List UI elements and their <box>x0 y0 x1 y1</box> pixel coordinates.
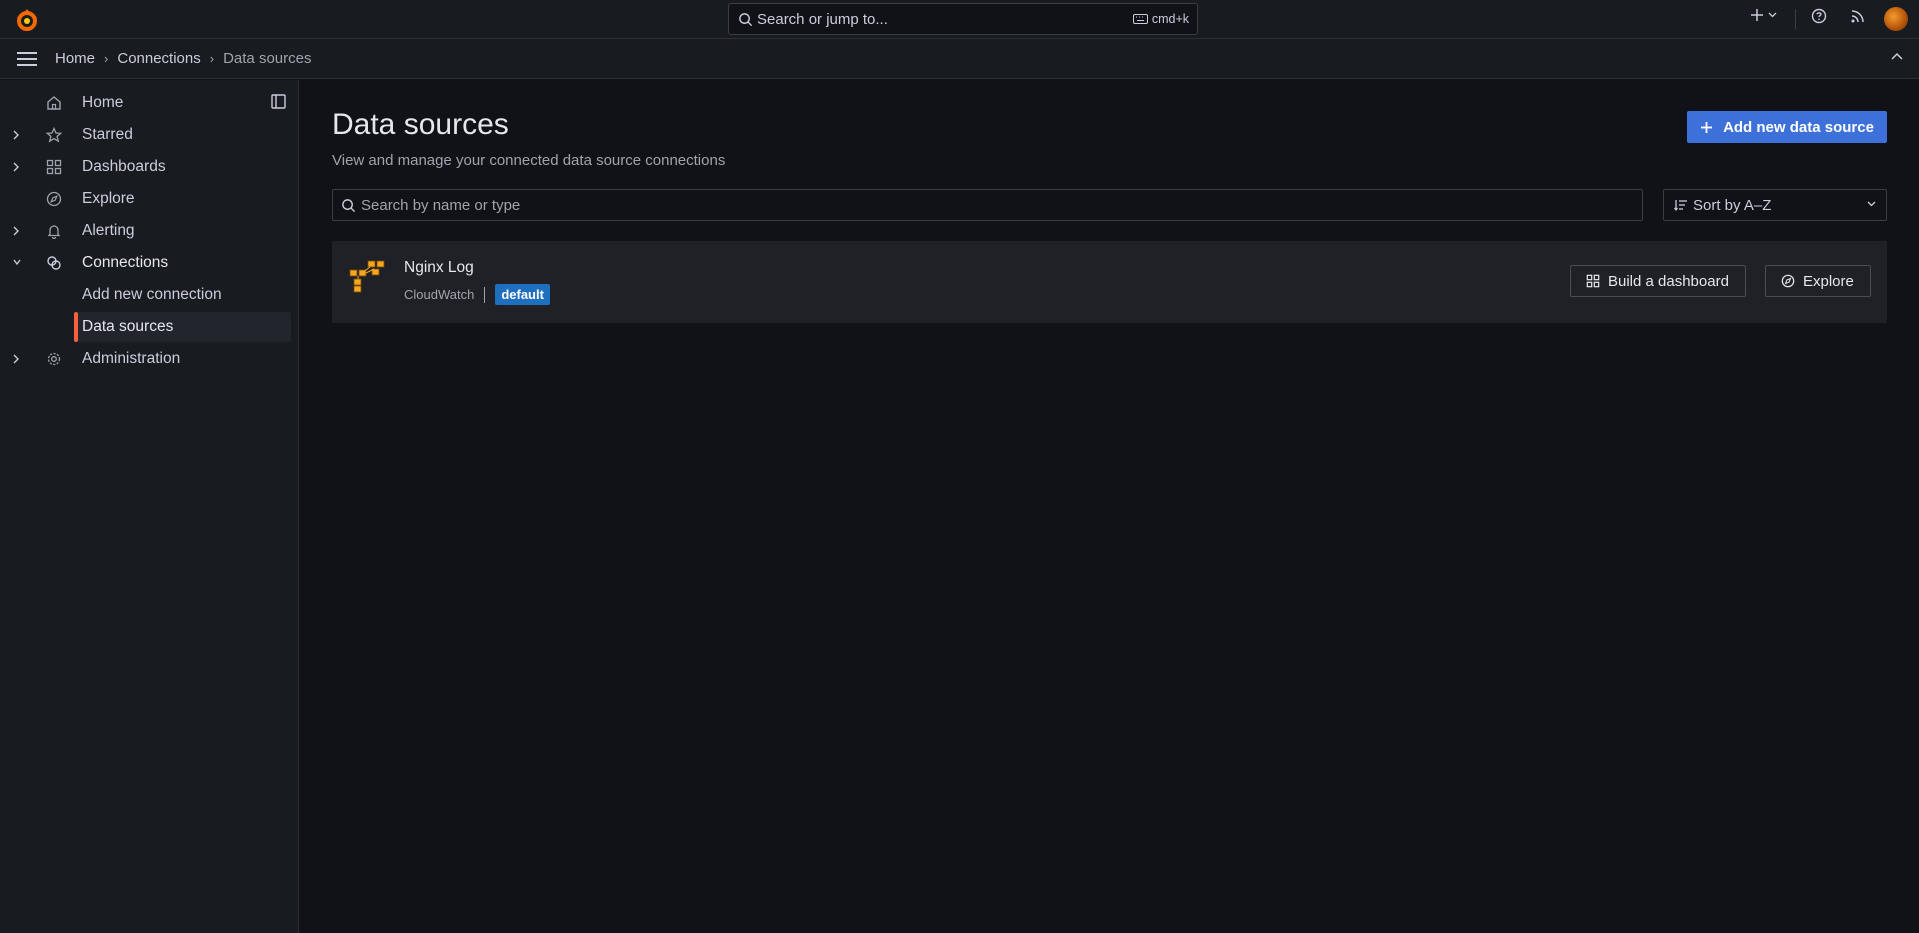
build-dashboard-button[interactable]: Build a dashboard <box>1570 265 1746 297</box>
breadcrumb: Home › Connections › Data sources <box>55 50 311 67</box>
default-badge: default <box>495 284 550 305</box>
shortcut-text: cmd+k <box>1151 12 1189 26</box>
breadcrumb-separator: › <box>209 51 215 66</box>
keyboard-icon <box>1132 14 1148 24</box>
data-source-search-input[interactable]: Search by name or type <box>332 189 1643 221</box>
search-icon <box>341 198 356 213</box>
data-source-name[interactable]: Nginx Log <box>404 259 474 277</box>
plus-icon <box>1750 8 1764 22</box>
add-new-data-source-label: Add new data source <box>1723 118 1874 136</box>
explore-button[interactable]: Explore <box>1765 265 1871 297</box>
sidebar-item-label: Add new connection <box>82 286 222 303</box>
aws-cloudwatch-logo <box>348 259 388 293</box>
sort-amount-icon <box>1674 199 1688 211</box>
sidebar-item-label: Dashboards <box>82 158 166 175</box>
grafana-logo[interactable] <box>13 7 41 33</box>
add-new-data-source-button[interactable]: Add new data source <box>1687 111 1887 143</box>
compass-icon <box>46 191 62 207</box>
help-button[interactable] <box>1811 8 1827 24</box>
chevron-right-icon[interactable] <box>12 129 20 141</box>
search-placeholder: Search by name or type <box>361 197 521 214</box>
sidebar-item-label: Home <box>82 94 124 111</box>
chevron-right-icon[interactable] <box>12 225 20 237</box>
breadcrumb-separator: › <box>104 51 109 66</box>
star-icon <box>46 127 62 143</box>
help-icon <box>1811 8 1827 24</box>
sidebar-item-label: Administration <box>82 350 181 367</box>
sidebar-item-starred[interactable]: Starred <box>0 120 292 150</box>
explore-label: Explore <box>1803 272 1854 290</box>
cog-icon <box>46 351 62 367</box>
search-placeholder: Search or jump to... <box>757 11 888 28</box>
active-indicator <box>74 312 78 342</box>
data-source-type: CloudWatch <box>404 287 475 302</box>
apps-icon <box>1586 274 1600 288</box>
chevron-down-icon <box>1768 12 1777 18</box>
sidebar-item-administration[interactable]: Administration <box>0 344 292 374</box>
sort-value: Sort by A–Z <box>1693 197 1772 214</box>
chevron-right-icon[interactable] <box>12 161 20 173</box>
sidebar-item-connections[interactable]: Connections <box>0 248 292 278</box>
chevron-down-icon[interactable] <box>12 257 22 267</box>
breadcrumb-data-sources: Data sources <box>223 50 312 67</box>
sidebar-item-label: Alerting <box>82 222 135 239</box>
new-menu-button[interactable] <box>1750 8 1777 22</box>
bell-icon <box>46 223 62 239</box>
apps-icon <box>46 159 62 175</box>
user-avatar[interactable] <box>1884 7 1908 31</box>
news-button[interactable] <box>1850 8 1866 24</box>
page-title: Data sources <box>332 108 509 141</box>
sidebar-item-add-new-connection[interactable]: Add new connection <box>0 280 292 310</box>
compass-icon <box>1781 274 1795 288</box>
global-search-input[interactable]: Search or jump to... cmd+k <box>728 3 1198 35</box>
shortcut-hint: cmd+k <box>1132 12 1189 26</box>
toolbar-divider <box>1795 9 1796 29</box>
sidebar-item-label: Connections <box>82 254 169 271</box>
data-source-meta: CloudWatch default <box>404 284 550 305</box>
data-source-card[interactable]: Nginx Log CloudWatch default Build a das… <box>332 241 1887 323</box>
collapse-topbar-button[interactable] <box>1891 52 1903 60</box>
sidebar-item-explore[interactable]: Explore <box>0 184 292 214</box>
chevron-down-icon <box>1867 201 1876 207</box>
search-icon <box>738 12 753 27</box>
chevron-right-icon[interactable] <box>12 353 20 365</box>
top-bar: Search or jump to... cmd+k <box>0 0 1919 39</box>
divider <box>484 286 486 303</box>
page-subtitle: View and manage your connected data sour… <box>332 152 726 169</box>
sidebar-item-label: Explore <box>82 190 135 207</box>
breadcrumb-bar: Home › Connections › Data sources <box>0 39 1919 79</box>
breadcrumb-home[interactable]: Home <box>55 50 95 67</box>
sidebar-item-data-sources[interactable]: Data sources <box>74 312 291 342</box>
connections-icon <box>46 255 62 271</box>
rss-icon <box>1850 8 1866 24</box>
sort-select[interactable]: Sort by A–Z <box>1663 189 1887 221</box>
menu-toggle-button[interactable] <box>16 51 38 67</box>
breadcrumb-connections[interactable]: Connections <box>117 50 200 67</box>
sidebar-item-alerting[interactable]: Alerting <box>0 216 292 246</box>
home-icon <box>46 95 62 111</box>
sidebar-item-label: Data sources <box>82 318 174 335</box>
plus-icon <box>1700 121 1713 134</box>
sidebar-item-home[interactable]: Home <box>0 88 292 118</box>
sidebar-item-label: Starred <box>82 126 133 143</box>
sidebar-item-dashboards[interactable]: Dashboards <box>0 152 292 182</box>
build-dashboard-label: Build a dashboard <box>1608 272 1729 290</box>
